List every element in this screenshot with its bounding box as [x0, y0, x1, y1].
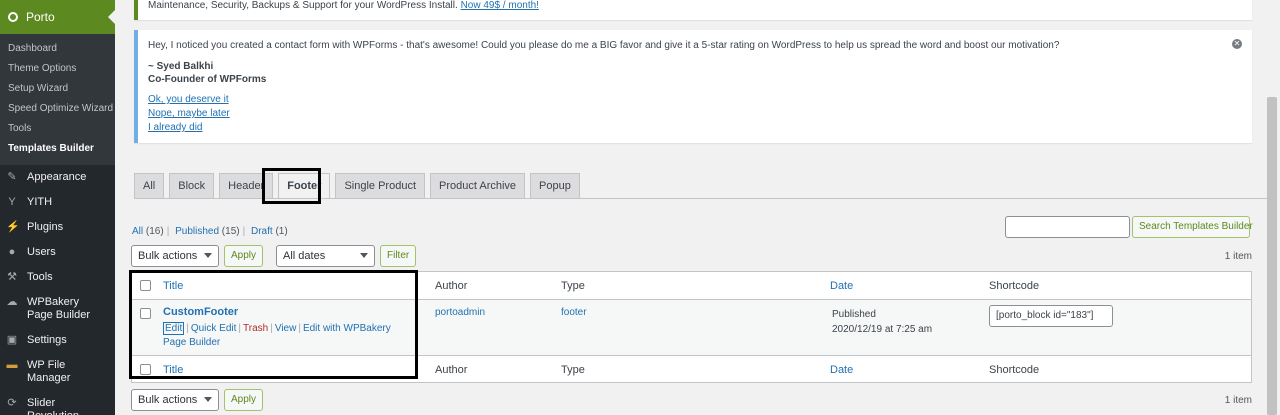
close-icon[interactable]: ✕ [1232, 39, 1242, 49]
submenu-dashboard[interactable]: Dashboard [0, 39, 115, 59]
row-date-value: 2020/12/19 at 7:25 am [832, 324, 933, 335]
sidebar-item-plugins[interactable]: ⚡ Plugins [0, 215, 115, 240]
submenu-tools[interactable]: Tools [0, 119, 115, 139]
sidebar-item-label: Tools [27, 271, 53, 283]
review-link-deserve[interactable]: Ok, you deserve it [148, 93, 1242, 107]
column-type-footer: Type [561, 364, 585, 376]
apply-button-top[interactable]: Apply [224, 245, 264, 267]
submenu-templates-builder[interactable]: Templates Builder [0, 139, 115, 159]
item-count-bottom: 1 item [1224, 395, 1252, 406]
paintbrush-icon: ✎ [7, 171, 17, 183]
porto-icon [8, 12, 18, 22]
plug-icon: ⚡ [6, 221, 20, 233]
bulk-actions-select-top[interactable]: Bulk actions [131, 245, 219, 267]
settings-icon: ▣ [6, 334, 18, 346]
yith-icon: Y [8, 196, 16, 208]
chevron-down-icon [204, 253, 212, 258]
sidebar-item-label: WPBakery Page Builder [27, 296, 90, 321]
row-date: Published 2020/12/19 at 7:25 am [832, 307, 932, 337]
view-published[interactable]: Published [175, 226, 219, 237]
promo-notice-link[interactable]: Now 49$ / month! [461, 0, 539, 11]
highlight-frame-footer-tab [262, 168, 321, 204]
sidebar-item-yith[interactable]: Y YITH [0, 190, 115, 215]
view-draft[interactable]: Draft [251, 226, 273, 237]
folder-icon: ▬ [6, 359, 18, 371]
submenu-speed-optimize-wizard[interactable]: Speed Optimize Wizard [0, 99, 115, 119]
row-shortcode[interactable]: [porto_block id="183"] [989, 305, 1113, 327]
column-author: Author [435, 280, 468, 292]
promo-notice-text: Maintenance, Security, Backups & Support… [148, 0, 458, 11]
sidebar-item-label: Users [27, 246, 56, 258]
sidebar-item-tools[interactable]: ⚒ Tools [0, 265, 115, 290]
row-type[interactable]: footer [561, 307, 587, 318]
chevron-down-icon [360, 253, 368, 258]
chevron-down-icon [204, 397, 212, 402]
sidebar-item-slider-revolution[interactable]: ⟳ Slider Revolution [0, 391, 115, 415]
submenu-setup-wizard[interactable]: Setup Wizard [0, 79, 115, 99]
sidebar-item-label: Plugins [27, 221, 64, 233]
filter-button[interactable]: Filter [380, 245, 417, 267]
bulk-actions-value: Bulk actions [138, 394, 198, 406]
sidebar-item-label: YITH [27, 196, 53, 208]
sidebar-item-label: Appearance [27, 171, 87, 183]
item-count-top: 1 item [1224, 251, 1252, 262]
submenu-theme-options[interactable]: Theme Options [0, 59, 115, 79]
bulk-actions-value: Bulk actions [138, 250, 198, 262]
sidebar-item-porto[interactable]: Porto [0, 0, 115, 34]
scrollbar[interactable] [1267, 97, 1277, 415]
tab-popup[interactable]: Popup [530, 173, 580, 199]
sidebar-item-users[interactable]: ● Users [0, 240, 115, 265]
view-published-count: (15) [221, 226, 240, 237]
column-shortcode: Shortcode [989, 280, 1040, 292]
row-author[interactable]: portoadmin [435, 307, 485, 318]
apply-button-bottom[interactable]: Apply [224, 389, 264, 411]
column-date-footer[interactable]: Date [830, 364, 853, 376]
wpforms-review-notice: Hey, I noticed you created a contact for… [134, 30, 1252, 143]
tab-single-product[interactable]: Single Product [335, 173, 425, 199]
admin-sidebar: Porto Dashboard Theme Options Setup Wiza… [0, 0, 115, 415]
promo-notice: Maintenance, Security, Backups & Support… [134, 0, 1252, 20]
sidebar-item-wpbakery[interactable]: ☁ WPBakery Page Builder [0, 290, 115, 328]
view-all[interactable]: All [132, 226, 143, 237]
column-shortcode-footer: Shortcode [989, 364, 1040, 376]
tab-product-archive[interactable]: Product Archive [430, 173, 526, 199]
view-filters: All (16) | Published (15) | Draft (1) [132, 226, 288, 237]
sidebar-item-label: Settings [27, 334, 67, 346]
highlight-frame-title-column [129, 270, 418, 379]
review-link-already[interactable]: I already did [148, 121, 1242, 135]
porto-submenu: Dashboard Theme Options Setup Wizard Spe… [0, 34, 115, 165]
search-button[interactable]: Search Templates Builder [1132, 216, 1253, 238]
bulk-actions-select-bottom[interactable]: Bulk actions [131, 389, 219, 411]
dates-select[interactable]: All dates [276, 245, 375, 267]
sidebar-item-porto-label: Porto [26, 10, 55, 24]
column-type: Type [561, 280, 585, 292]
signature-role: Co-Founder of WPForms [148, 74, 267, 85]
review-links: Ok, you deserve it Nope, maybe later I a… [148, 93, 1242, 135]
user-icon: ● [8, 246, 16, 258]
column-author-footer: Author [435, 364, 468, 376]
review-link-later[interactable]: Nope, maybe later [148, 107, 1242, 121]
tab-all[interactable]: All [134, 173, 165, 199]
main-content: Maintenance, Security, Backups & Support… [115, 0, 1280, 415]
column-date[interactable]: Date [830, 280, 853, 292]
sidebar-item-label: WP File Manager [27, 359, 71, 384]
sidebar-item-wp-file-manager[interactable]: ▬ WP File Manager [0, 353, 115, 391]
tab-block[interactable]: Block [169, 173, 215, 199]
row-date-status: Published [832, 309, 876, 320]
wrench-icon: ⚒ [7, 271, 17, 283]
sidebar-item-settings[interactable]: ▣ Settings [0, 328, 115, 353]
wpbakery-icon: ☁ [6, 296, 18, 308]
review-message: Hey, I noticed you created a contact for… [148, 40, 1060, 51]
sidebar-item-label: Slider Revolution [27, 397, 79, 415]
sidebar-item-appearance[interactable]: ✎ Appearance [0, 165, 115, 190]
template-type-tabs: All Block Header Footer Single Product P… [134, 173, 585, 199]
signature-name: ~ Syed Balkhi [148, 61, 214, 72]
refresh-icon: ⟳ [7, 397, 17, 409]
view-draft-count: (1) [275, 226, 288, 237]
view-all-count: (16) [145, 226, 164, 237]
dates-value: All dates [283, 250, 326, 262]
current-menu-arrow [108, 10, 115, 24]
search-input[interactable] [1005, 216, 1130, 238]
